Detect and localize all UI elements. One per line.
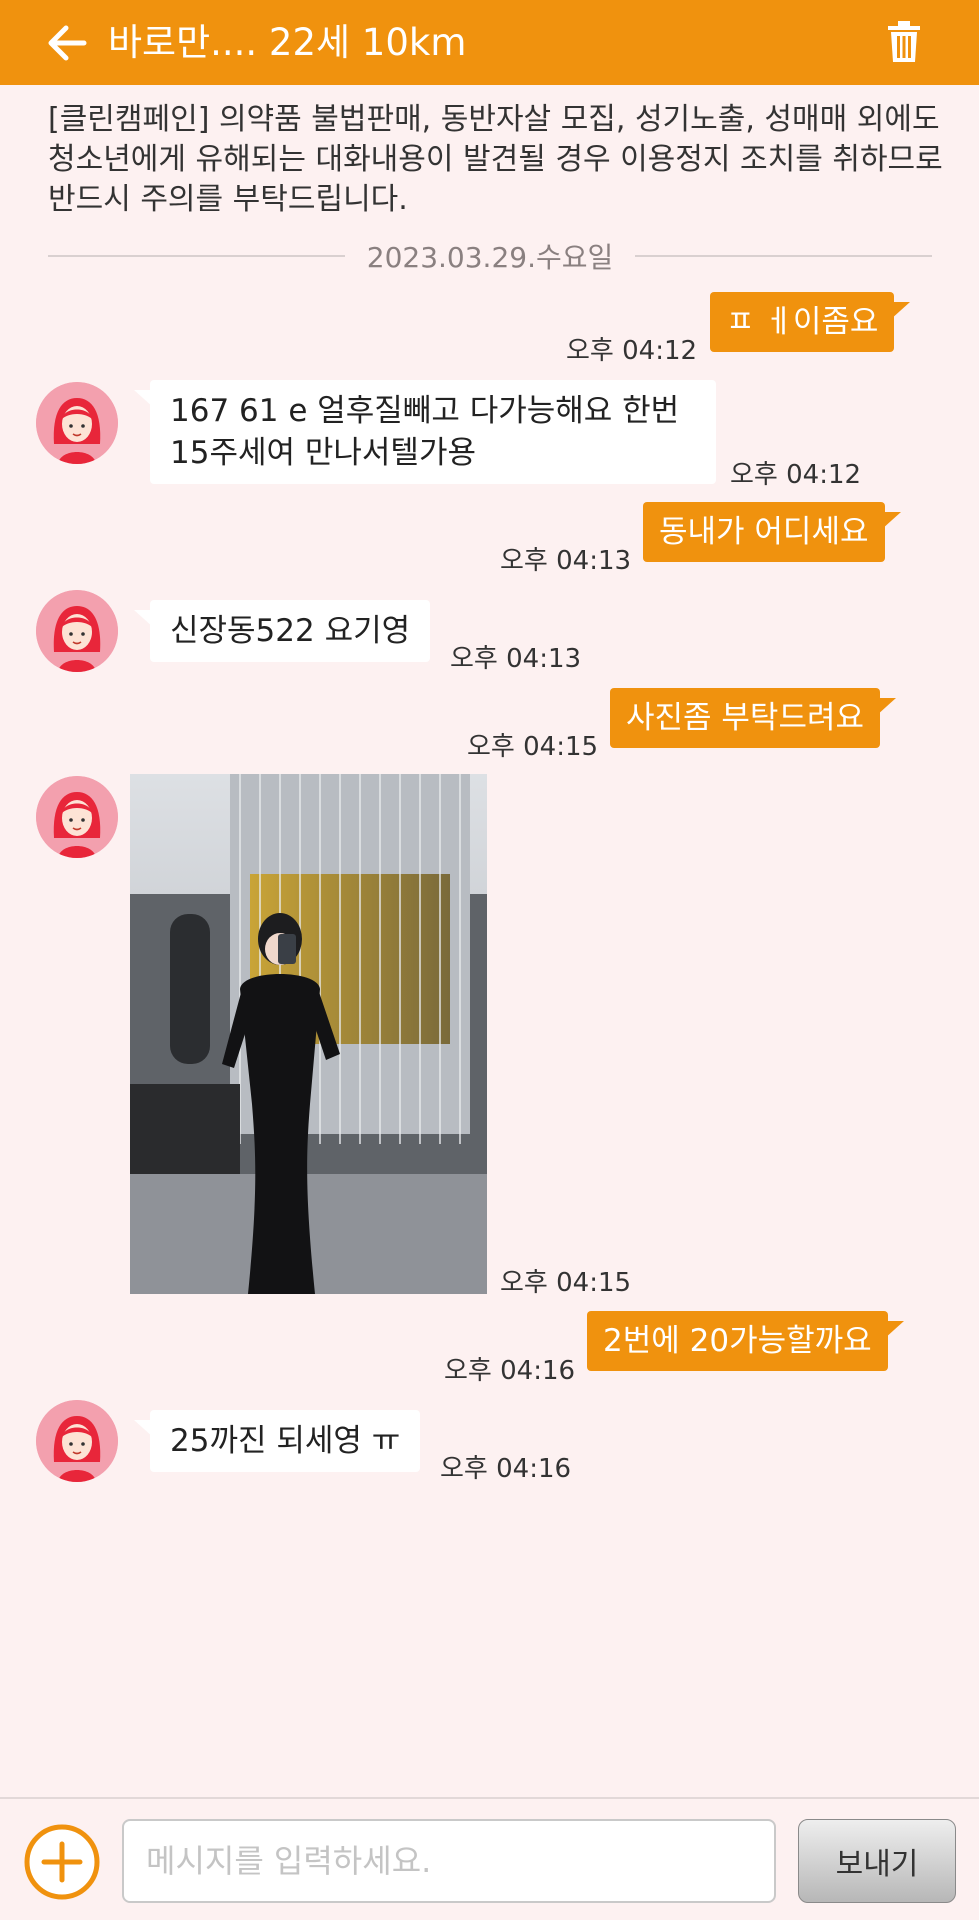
chat-header: 바로만.... 22세 10km [0, 0, 979, 85]
avatar[interactable] [36, 382, 118, 464]
avatar[interactable] [36, 590, 118, 672]
date-divider: 2023.03.29.수요일 [48, 236, 932, 276]
photo-image [130, 774, 487, 1294]
user-avatar-icon [36, 776, 118, 858]
divider-line [48, 255, 345, 257]
send-button[interactable]: 보내기 [798, 1819, 956, 1903]
message-time: 오후 04:12 [566, 336, 698, 366]
received-photo[interactable] [130, 774, 487, 1294]
user-avatar-icon [36, 382, 118, 464]
message-time: 오후 04:16 [440, 1454, 572, 1484]
received-message-bubble[interactable]: 167 61 e 얼후질빼고 다가능해요 한번15주세여 만나서텔가용 [134, 380, 716, 484]
user-avatar-icon [36, 1400, 118, 1482]
trash-icon[interactable] [884, 20, 924, 64]
date-label: 2023.03.29.수요일 [366, 241, 614, 274]
sent-message-bubble[interactable]: 2번에 20가능할까요 [587, 1311, 904, 1371]
message-time: 오후 04:15 [467, 732, 599, 762]
message-time: 오후 04:13 [500, 546, 632, 576]
sent-message-bubble[interactable]: 동내가 어디세요 [643, 502, 900, 562]
arrow-left-icon[interactable] [44, 20, 90, 66]
message-time: 오후 04:15 [500, 1268, 632, 1298]
received-message-bubble[interactable]: 25까진 되세영 ㅠ [133, 1410, 421, 1472]
message-composer: 보내기 [0, 1797, 979, 1920]
received-message-bubble[interactable]: 신장동522 요기영 [133, 600, 431, 662]
user-avatar-icon [36, 590, 118, 672]
plus-circle-icon[interactable] [22, 1822, 102, 1902]
sent-message-bubble[interactable]: 사진좀 부탁드려요 [610, 688, 897, 748]
chat-title: 바로만.... 22세 10km [108, 21, 467, 64]
avatar[interactable] [36, 776, 118, 858]
avatar[interactable] [36, 1400, 118, 1482]
sent-message-bubble[interactable]: ㅍ ㅔ이좀요 [710, 292, 911, 352]
message-time: 오후 04:13 [450, 644, 582, 674]
divider-line [635, 255, 932, 257]
clean-campaign-notice: [클린캠페인] 의약품 불법판매, 동반자살 모집, 성기노출, 성매매 외에도… [48, 102, 943, 217]
message-time: 오후 04:12 [730, 460, 862, 490]
message-input[interactable] [122, 1819, 776, 1903]
message-time: 오후 04:16 [444, 1356, 576, 1386]
